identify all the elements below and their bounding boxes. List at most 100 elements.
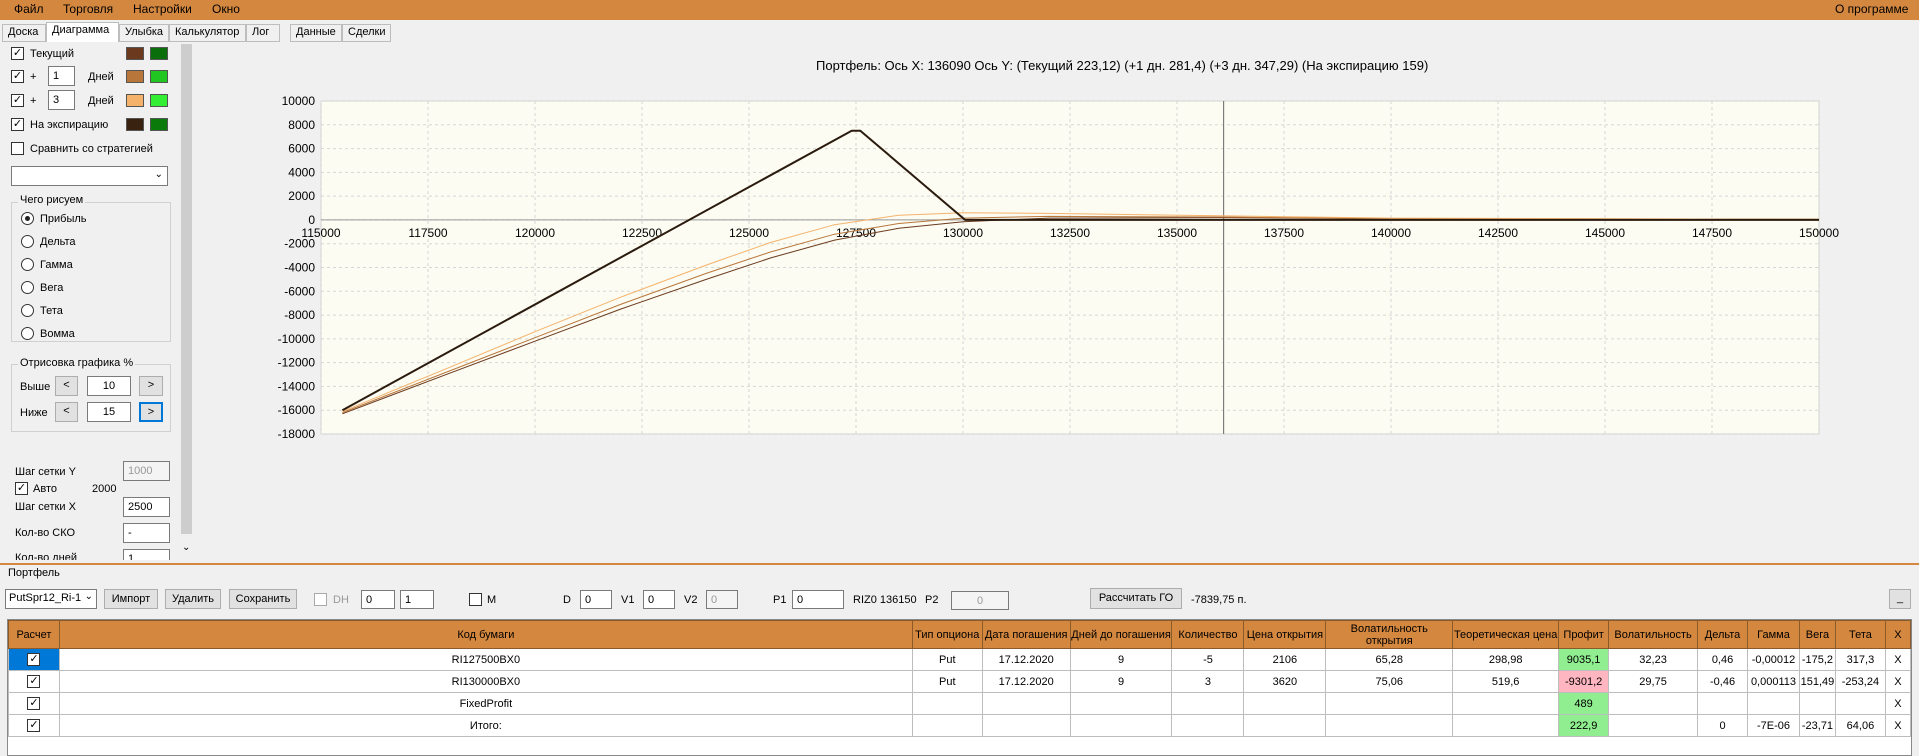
row-open-price[interactable]: 2106 <box>1243 648 1327 671</box>
row-delete-button[interactable]: X <box>1884 648 1912 671</box>
delete-button[interactable]: Удалить <box>165 589 221 609</box>
expiry-color-1[interactable] <box>126 118 144 131</box>
below-increase-button[interactable]: > <box>139 402 163 422</box>
tab-data[interactable]: Данные <box>290 24 342 42</box>
tab-calculator[interactable]: Калькулятор <box>169 24 246 42</box>
row-calc-checkbox[interactable]: ✓ <box>8 692 60 715</box>
grid-x-input[interactable] <box>123 497 170 517</box>
mode-gamma-radio[interactable] <box>21 258 34 271</box>
v1-input[interactable] <box>643 590 675 609</box>
days1-input[interactable] <box>48 66 75 86</box>
col-days[interactable]: Дней до погашения <box>1069 620 1173 649</box>
col-open-price[interactable]: Цена открытия <box>1243 620 1327 649</box>
scroll-down-icon[interactable]: ⌄ <box>182 542 190 553</box>
v2-input[interactable] <box>706 590 738 609</box>
table-row[interactable]: ✓ RI127500BX0 Put 17.12.2020 9 -5 2106 6… <box>8 648 1912 671</box>
calc-go-button[interactable]: Рассчитать ГО <box>1090 588 1182 609</box>
tab-smile[interactable]: Улыбка <box>119 24 169 42</box>
days1-color-1[interactable] <box>126 70 144 83</box>
m-checkbox[interactable] <box>469 593 482 606</box>
dh-input-2[interactable] <box>400 590 434 609</box>
mode-theta-radio[interactable] <box>21 304 34 317</box>
days3-color-2[interactable] <box>150 94 168 107</box>
days1-color-2[interactable] <box>150 70 168 83</box>
days3-input[interactable] <box>48 90 75 110</box>
below-decrease-button[interactable]: < <box>55 402 78 422</box>
above-increase-button[interactable]: > <box>139 376 163 396</box>
row-days <box>1069 714 1173 737</box>
col-theta[interactable]: Тета <box>1834 620 1886 649</box>
row-delete-button[interactable]: X <box>1884 670 1912 693</box>
plus1-checkbox[interactable]: ✓ <box>11 70 24 83</box>
col-qty[interactable]: Количество <box>1171 620 1245 649</box>
dh-input-1[interactable] <box>361 590 395 609</box>
below-input[interactable] <box>87 402 131 422</box>
compare-checkbox[interactable] <box>11 142 24 155</box>
tab-board[interactable]: Доска <box>2 24 46 42</box>
d-input[interactable] <box>580 590 612 609</box>
col-calc[interactable]: Расчет <box>8 620 60 649</box>
above-decrease-button[interactable]: < <box>55 376 78 396</box>
tab-diagram[interactable]: Диаграмма <box>46 22 119 42</box>
current-color-1[interactable] <box>126 47 144 60</box>
ndays-input[interactable] <box>123 549 170 560</box>
menu-about[interactable]: О программе <box>1835 2 1908 16</box>
tab-log[interactable]: Лог <box>246 24 280 42</box>
col-gamma[interactable]: Гамма <box>1747 620 1800 649</box>
row-gamma: 0,000113 <box>1747 670 1800 693</box>
mode-profit-radio[interactable] <box>21 212 34 225</box>
col-vega[interactable]: Вега <box>1798 620 1836 649</box>
save-button[interactable]: Сохранить <box>229 589 297 609</box>
row-profit: -9301,2 <box>1558 670 1610 693</box>
col-code[interactable]: Код бумаги <box>58 620 913 649</box>
row-calc-checkbox[interactable]: ✓ <box>8 714 60 737</box>
tab-deals[interactable]: Сделки <box>342 24 391 42</box>
p1-input[interactable] <box>792 590 844 609</box>
days3-color-1[interactable] <box>126 94 144 107</box>
menu-settings[interactable]: Настройки <box>133 2 192 16</box>
col-open-vol[interactable]: Волатильность открытия <box>1325 620 1454 649</box>
menu-trade[interactable]: Торговля <box>63 2 113 16</box>
menu-file[interactable]: Файл <box>14 2 44 16</box>
row-qty[interactable]: -5 <box>1171 648 1245 671</box>
col-profit[interactable]: Профит <box>1558 620 1610 649</box>
expiry-color-2[interactable] <box>150 118 168 131</box>
row-calc-checkbox[interactable]: ✓ <box>8 648 60 671</box>
riz-label: RIZ0 136150 <box>853 594 917 606</box>
scrollbar-thumb[interactable] <box>181 44 192 534</box>
row-open-price[interactable]: 3620 <box>1243 670 1327 693</box>
p2-input[interactable] <box>951 591 1009 610</box>
panel-divider[interactable] <box>0 563 1919 565</box>
sko-input[interactable] <box>123 523 170 543</box>
table-row[interactable]: ✓ FixedProfit 489 X <box>8 692 1912 715</box>
row-qty[interactable]: 3 <box>1171 670 1245 693</box>
dh-checkbox[interactable] <box>314 593 327 606</box>
col-delta[interactable]: Дельта <box>1697 620 1748 649</box>
portfolio-select[interactable]: PutSpr12_Ri-1 ⌄ <box>5 589 97 609</box>
menu-window[interactable]: Окно <box>212 2 240 16</box>
row-calc-checkbox[interactable]: ✓ <box>8 670 60 693</box>
grid-y-input[interactable] <box>123 461 170 481</box>
expiry-checkbox[interactable]: ✓ <box>11 118 24 131</box>
mode-vega-radio[interactable] <box>21 281 34 294</box>
col-type[interactable]: Тип опциона <box>911 620 983 649</box>
mode-delta-radio[interactable] <box>21 235 34 248</box>
import-button[interactable]: Импорт <box>104 589 158 609</box>
current-checkbox[interactable]: ✓ <box>11 47 24 60</box>
strategy-dropdown[interactable]: ⌄ <box>11 166 168 186</box>
current-color-2[interactable] <box>150 47 168 60</box>
minimize-button[interactable]: _ <box>1889 589 1911 609</box>
col-date[interactable]: Дата погашения <box>981 620 1071 649</box>
plus3-checkbox[interactable]: ✓ <box>11 94 24 107</box>
row-delete-button[interactable]: X <box>1884 714 1912 737</box>
col-theo[interactable]: Теоретическая цена <box>1452 620 1560 649</box>
table-row[interactable]: ✓ RI130000BX0 Put 17.12.2020 9 3 3620 75… <box>8 670 1912 693</box>
row-theo: 519,6 <box>1452 670 1560 693</box>
mode-vomma-radio[interactable] <box>21 327 34 340</box>
auto-checkbox[interactable]: ✓ <box>15 482 28 495</box>
above-input[interactable] <box>87 376 131 396</box>
row-delete-button[interactable]: X <box>1884 692 1912 715</box>
draw-range-title: Отрисовка графика % <box>18 357 136 369</box>
table-row[interactable]: ✓ Итого: 222,9 0 -7E-06 -23,71 64,06 X <box>8 714 1912 737</box>
col-vol[interactable]: Волатильность <box>1608 620 1699 649</box>
